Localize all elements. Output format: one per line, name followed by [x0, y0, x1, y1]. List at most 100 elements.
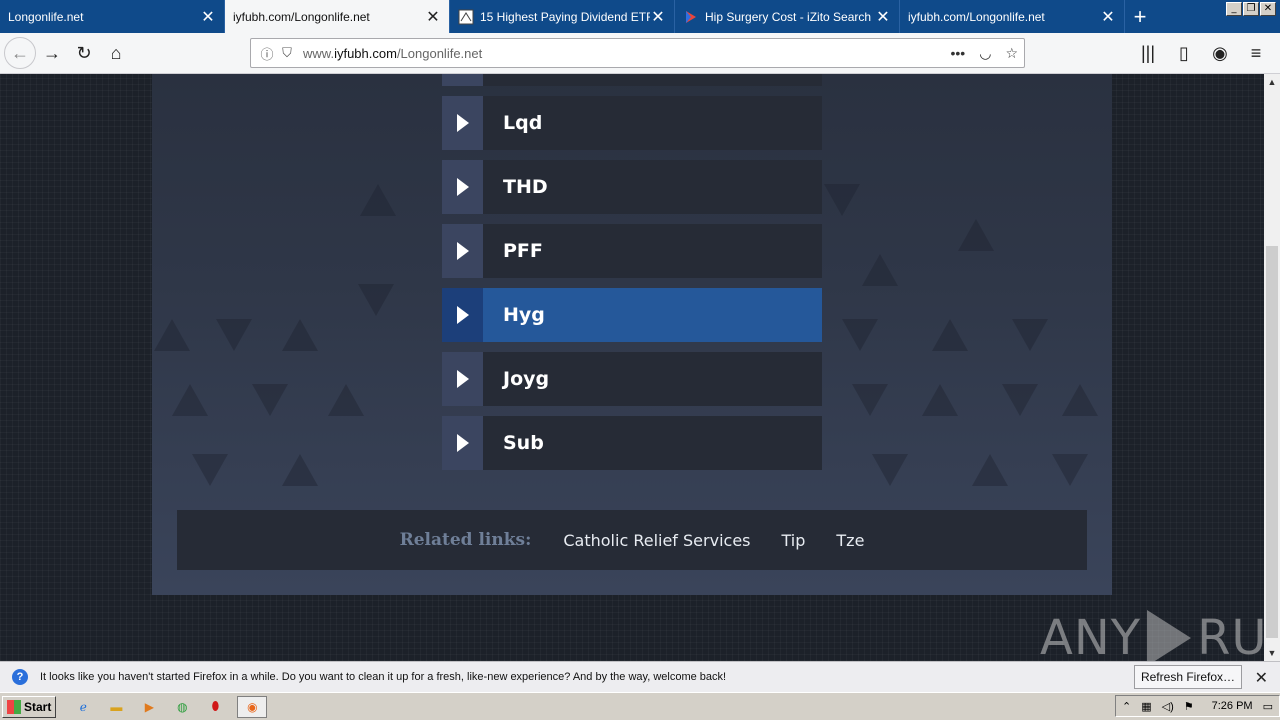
menu-icon[interactable]: ≡ [1240, 37, 1272, 69]
vertical-scrollbar[interactable]: ▲ ▼ [1264, 74, 1280, 661]
close-icon[interactable]: ✕ [1100, 7, 1116, 27]
restore-icon[interactable]: ❐ [1243, 2, 1259, 16]
scrollbar-thumb[interactable] [1266, 246, 1278, 638]
menu-item-label: PFF [483, 224, 822, 278]
menu-item-lqd[interactable]: Lqd [442, 96, 822, 150]
menu-item-label: Sub [483, 416, 822, 470]
menu-item-hyg[interactable]: Hyg [442, 288, 822, 342]
account-icon[interactable]: ◉ [1204, 37, 1236, 69]
notification-bar: ? It looks like you haven't started Fire… [0, 661, 1280, 692]
scroll-down-icon[interactable]: ▼ [1264, 645, 1280, 661]
tab-strip: Longonlife.net ✕ iyfubh.com/Longonlife.n… [0, 0, 1280, 33]
scroll-up-icon[interactable]: ▲ [1264, 74, 1280, 90]
tab-4[interactable]: Hip Surgery Cost - iZito Search Re ✕ [675, 0, 900, 33]
arrow-box [442, 74, 483, 86]
toolbar-right: ||| ▯ ◉ ≡ [1132, 37, 1272, 69]
arrow-box [442, 160, 483, 214]
related-link[interactable]: Tip [782, 531, 806, 550]
background-triangle [282, 319, 318, 351]
background-triangle [932, 319, 968, 351]
sidebar-icon[interactable]: ▯ [1168, 37, 1200, 69]
menu-item-pff[interactable]: PFF [442, 224, 822, 278]
related-link[interactable]: Catholic Relief Services [563, 531, 750, 550]
background-triangle [252, 384, 288, 416]
arrow-box [442, 96, 483, 150]
pocket-icon[interactable]: ◡ [979, 45, 991, 62]
back-icon[interactable]: ← [4, 37, 36, 69]
menu-item-label: Hyg [483, 288, 822, 342]
firefox-icon[interactable]: ◉ [237, 695, 268, 718]
play-arrow-icon [456, 370, 469, 388]
refresh-firefox-button[interactable]: Refresh Firefox… [1133, 665, 1242, 689]
play-arrow-icon [456, 434, 469, 452]
show-desktop-icon[interactable]: ▭ [1263, 700, 1273, 713]
related-links-label: Related links: [399, 530, 532, 550]
tab-1[interactable]: Longonlife.net ✕ [0, 0, 225, 33]
play-arrow-icon [456, 114, 469, 132]
close-icon[interactable]: ✕ [1255, 668, 1268, 688]
background-triangle [154, 319, 190, 351]
menu-item-label: Lqd [483, 96, 822, 150]
media-player-icon[interactable]: ▶ [138, 696, 160, 718]
page-icon [458, 9, 474, 25]
menu-item-thd[interactable]: THD [442, 160, 822, 214]
url-bar[interactable]: ⓘ ⛉ www.iyfubh.com/Longonlife.net ••• ◡ … [250, 38, 1025, 68]
background-triangle [1012, 319, 1048, 351]
home-icon[interactable]: ⌂ [100, 37, 132, 69]
tab-title: Longonlife.net [8, 9, 84, 24]
tab-title: iyfubh.com/Longonlife.net [233, 9, 370, 24]
tab-title: iyfubh.com/Longonlife.net [908, 9, 1045, 24]
window-close-icon[interactable]: ✕ [1260, 2, 1276, 16]
background-triangle [842, 319, 878, 351]
bookmark-star-icon[interactable]: ☆ [1005, 45, 1018, 62]
more-icon[interactable]: ••• [951, 45, 966, 61]
close-icon[interactable]: ✕ [425, 7, 441, 27]
background-triangle [192, 454, 228, 486]
related-link[interactable]: Tze [836, 531, 864, 550]
menu-item-label: THD [483, 160, 822, 214]
library-icon[interactable]: ||| [1132, 37, 1164, 69]
network-icon[interactable]: ▦ [1141, 700, 1151, 713]
minimize-icon[interactable]: _ [1226, 2, 1242, 16]
folder-icon[interactable]: ▬ [105, 696, 127, 718]
url-actions: ••• ◡ ☆ [951, 45, 1019, 62]
tab-2[interactable]: iyfubh.com/Longonlife.net ✕ [225, 0, 450, 33]
arrow-box [442, 288, 483, 342]
tab-5[interactable]: iyfubh.com/Longonlife.net ✕ [900, 0, 1125, 33]
menu-item-partial[interactable] [442, 74, 822, 86]
start-button[interactable]: Start [2, 695, 57, 718]
new-tab-icon[interactable]: + [1125, 0, 1155, 33]
url-text: www.iyfubh.com/Longonlife.net [303, 46, 482, 61]
tray-expand-icon[interactable]: ⌃ [1122, 700, 1131, 713]
clock[interactable]: 7:26 PM [1212, 700, 1253, 712]
background-triangle [972, 454, 1008, 486]
notification-message: It looks like you haven't started Firefo… [40, 671, 727, 683]
play-arrow-icon [456, 178, 469, 196]
background-triangle [872, 454, 908, 486]
shield-icon[interactable]: ⛉ [277, 45, 297, 61]
opera-icon[interactable]: ⬮ [204, 696, 226, 718]
menu-item-sub[interactable]: Sub [442, 416, 822, 470]
volume-icon[interactable]: ◁) [1162, 700, 1174, 713]
forward-icon[interactable]: → [36, 37, 68, 69]
background-triangle [852, 384, 888, 416]
close-icon[interactable]: ✕ [650, 7, 666, 27]
close-icon[interactable]: ✕ [875, 7, 891, 27]
windows-logo-icon [7, 699, 21, 714]
background-triangle [282, 454, 318, 486]
flag-icon[interactable]: ⚑ [1184, 700, 1194, 713]
ie-icon[interactable]: ℯ [72, 696, 94, 718]
background-triangle [1062, 384, 1098, 416]
reload-icon[interactable]: ↻ [68, 37, 100, 69]
arrow-box [442, 416, 483, 470]
izito-icon [683, 9, 699, 25]
play-arrow-icon [456, 242, 469, 260]
info-icon[interactable]: ⓘ [257, 44, 277, 63]
background-triangle [172, 384, 208, 416]
menu-item-joyg[interactable]: Joyg [442, 352, 822, 406]
tab-3[interactable]: 15 Highest Paying Dividend ETFs ✕ [450, 0, 675, 33]
close-icon[interactable]: ✕ [200, 7, 216, 27]
chrome-icon[interactable]: ◍ [171, 696, 193, 718]
navigation-bar: ← → ↻ ⌂ ⓘ ⛉ www.iyfubh.com/Longonlife.ne… [0, 33, 1280, 74]
url-domain: iyfubh.com [334, 45, 397, 61]
